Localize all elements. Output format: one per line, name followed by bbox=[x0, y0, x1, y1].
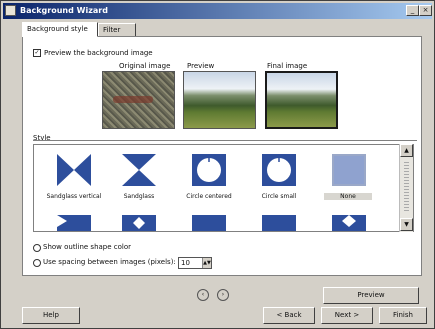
style-tile-circle-small[interactable] bbox=[262, 154, 296, 186]
radio-outline[interactable] bbox=[33, 244, 41, 252]
style-scrollbar[interactable]: ▲ ▼ bbox=[399, 144, 413, 232]
wizard-window: Background Wizard _ × Background style F… bbox=[0, 0, 435, 329]
help-button[interactable]: Help bbox=[22, 307, 80, 324]
tile-label: Circle centered bbox=[186, 193, 232, 200]
minimize-button[interactable]: _ bbox=[406, 5, 419, 16]
preview-label-final: Final image bbox=[267, 62, 308, 70]
style-tile-none[interactable] bbox=[332, 154, 366, 186]
tile-label: Circle small bbox=[261, 193, 297, 200]
checkbox-box[interactable]: ✓ bbox=[33, 49, 41, 57]
circle-small-icon bbox=[267, 158, 291, 182]
spacing-stepper[interactable]: 10 ▲▼ bbox=[178, 257, 212, 269]
style-tile[interactable] bbox=[332, 215, 366, 231]
title-bar[interactable]: Background Wizard _ × bbox=[3, 3, 432, 19]
style-tile[interactable] bbox=[262, 215, 296, 231]
radio-spacing[interactable] bbox=[33, 259, 41, 267]
tab-background-style[interactable]: Background style bbox=[22, 22, 98, 37]
finish-button[interactable]: Finish bbox=[379, 307, 427, 324]
diamond-icon bbox=[133, 217, 145, 229]
scroll-down-button[interactable]: ▼ bbox=[400, 218, 413, 231]
window-title: Background Wizard bbox=[20, 6, 108, 15]
diamond-icon bbox=[342, 215, 356, 227]
scroll-track[interactable] bbox=[404, 162, 409, 212]
style-tile-sandglass-vertical[interactable] bbox=[57, 154, 91, 186]
prev-page-button[interactable]: ‹ bbox=[197, 289, 209, 301]
style-tile-circle-centered[interactable] bbox=[192, 154, 226, 186]
sandglass-vertical-icon bbox=[57, 154, 91, 186]
circle-icon bbox=[197, 158, 221, 182]
style-tile[interactable] bbox=[57, 215, 91, 231]
preview-checkbox-label: Preview the background image bbox=[44, 49, 153, 57]
original-image bbox=[102, 71, 175, 129]
tile-label-selected: None bbox=[324, 193, 372, 200]
tile-label: Sandglass bbox=[123, 193, 155, 200]
tile-label: Sandglass vertical bbox=[46, 193, 102, 200]
radio-spacing-label: Use spacing between images (pixels): bbox=[43, 258, 176, 266]
style-grid[interactable]: Sandglass vertical Sandglass Circle cent… bbox=[33, 144, 414, 232]
app-icon bbox=[5, 5, 16, 16]
style-tile[interactable] bbox=[192, 215, 226, 231]
sandglass-icon bbox=[122, 154, 156, 186]
divider bbox=[33, 140, 417, 142]
preview-image bbox=[183, 71, 256, 129]
stepper-arrows[interactable]: ▲▼ bbox=[202, 258, 211, 268]
spacing-value: 10 bbox=[181, 259, 190, 267]
final-image bbox=[265, 71, 338, 129]
radio-outline-label: Show outline shape color bbox=[43, 243, 132, 251]
scroll-up-button[interactable]: ▲ bbox=[400, 144, 413, 157]
preview-button[interactable]: Preview bbox=[323, 287, 419, 304]
back-button[interactable]: < Back bbox=[263, 307, 315, 324]
triangle-icon bbox=[57, 215, 67, 227]
close-button[interactable]: × bbox=[419, 5, 432, 16]
preview-label-preview: Preview bbox=[187, 62, 215, 70]
style-tile-sandglass[interactable] bbox=[122, 154, 156, 186]
style-tile[interactable] bbox=[122, 215, 156, 231]
next-page-button[interactable]: › bbox=[217, 289, 229, 301]
preview-checkbox[interactable]: ✓ Preview the background image bbox=[33, 49, 153, 57]
preview-label-original: Original image bbox=[119, 62, 171, 70]
next-button[interactable]: Next > bbox=[321, 307, 373, 324]
